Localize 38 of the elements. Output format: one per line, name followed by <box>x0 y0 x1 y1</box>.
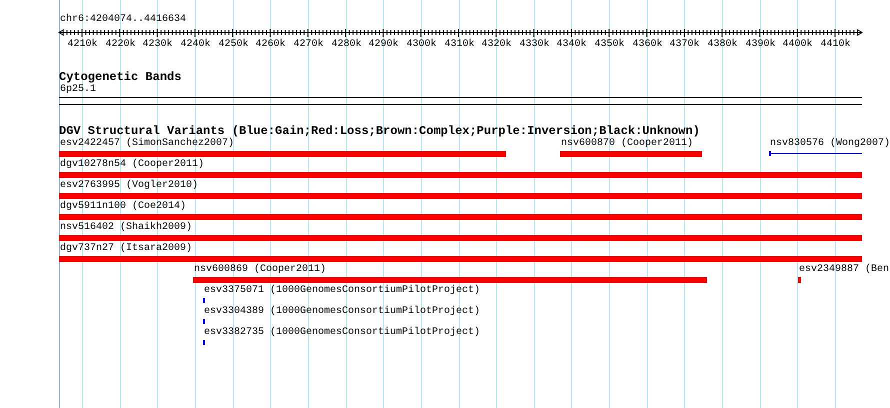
ruler-tick-label: 4230k <box>142 39 172 51</box>
ruler-tick-label: 4370k <box>670 39 700 51</box>
ruler-tick-label: 4380k <box>708 39 738 51</box>
ruler-tick-label: 4330k <box>520 39 550 51</box>
track-title: Cytogenetic Bands <box>59 70 182 84</box>
ruler-tick-label: 4340k <box>556 39 586 51</box>
ruler-tick-label: 4240k <box>180 39 210 51</box>
ruler-tick-label: 4360k <box>632 39 662 51</box>
ruler-tick-label: 4210k <box>68 39 98 51</box>
variant-label: dgv10278n54 (Cooper2011) <box>60 159 204 171</box>
variant-label: nsv600870 (Cooper2011) <box>561 138 694 150</box>
variant-label: esv2422457 (SimonSanchez2007) <box>60 138 234 150</box>
track-title: DGV Structural Variants (Blue:Gain;Red:Loss;Brown:Complex;Purple:Inversion;Black:Unknown) <box>59 124 700 138</box>
variant-label: esv3304389 (1000GenomesConsortiumPilotProject) <box>204 306 480 318</box>
ruler-tick-label: 4400k <box>782 39 812 51</box>
ruler-tick-label: 4280k <box>332 39 362 51</box>
variant-label: nsv830576 (Wong2007) <box>770 138 890 150</box>
ruler-tick-label: 4350k <box>594 39 624 51</box>
ruler-tick-label: 4290k <box>368 39 398 51</box>
ruler-tick-label: 4300k <box>406 39 436 51</box>
variant-label: nsv516402 (Shaikh2009) <box>60 222 192 234</box>
variant-label: esv3375071 (1000GenomesConsortiumPilotProject) <box>204 285 480 297</box>
variant-label: dgv5911n100 (Coe2014) <box>60 201 186 213</box>
ruler-tick-label: 4310k <box>444 39 474 51</box>
cytoband-label: 6p25.1 <box>60 84 96 95</box>
ruler-tick-label: 4390k <box>746 39 776 51</box>
ruler-tick-label: 4270k <box>294 39 324 51</box>
ruler-tick-label: 4410k <box>820 39 850 51</box>
variant-label: esv2763995 (Vogler2010) <box>60 180 198 192</box>
variant-label: esv2349887 (Ben <box>799 264 890 276</box>
chromosome-position-label: chr6:4204074..4416634 <box>60 14 186 25</box>
variant-label: esv3382735 (1000GenomesConsortiumPilotProject) <box>204 327 480 339</box>
ruler-tick-label: 4250k <box>218 39 248 51</box>
ruler-tick-label: 4220k <box>106 39 136 51</box>
ruler-tick-label: 4260k <box>256 39 286 51</box>
variant-label: dgv737n27 (Itsara2009) <box>60 243 192 255</box>
ruler-tick-label: 4320k <box>482 39 512 51</box>
variant-label: nsv600869 (Cooper2011) <box>194 264 326 276</box>
